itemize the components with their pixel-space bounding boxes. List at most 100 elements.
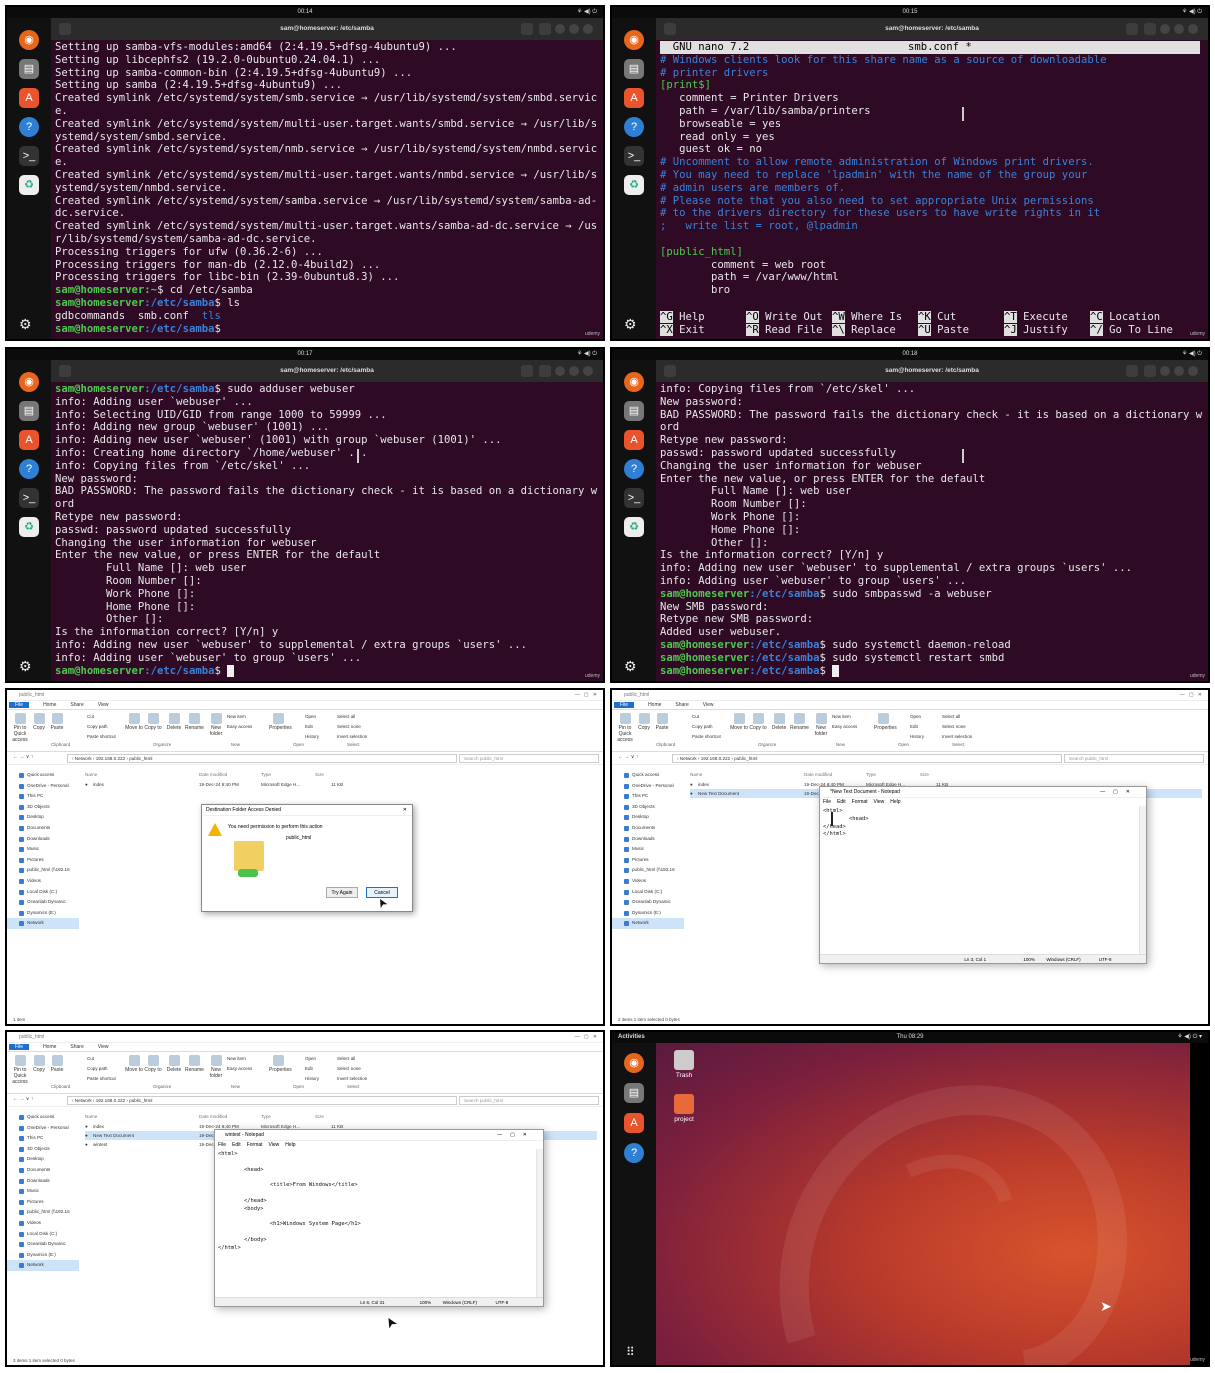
ribbon-small-button[interactable]: Invert selection <box>337 734 367 739</box>
nav-item[interactable]: 3D Objects <box>7 802 79 813</box>
ubuntu-icon[interactable]: ⚙ <box>19 658 32 675</box>
system-tray-icons[interactable]: ⚘ ◀) ⏻ <box>1182 7 1202 18</box>
terminal-icon[interactable]: >_ <box>19 146 39 166</box>
firefox-icon[interactable]: ◉ <box>624 372 644 392</box>
nav-arrows-icon[interactable]: ← → ∨ ↑ <box>618 754 638 760</box>
notepad-menu-item[interactable]: View <box>874 799 885 805</box>
nav-item[interactable]: This PC <box>7 791 79 802</box>
window-controls[interactable]: — ▢ ✕ <box>1180 690 1202 701</box>
col-size[interactable]: Size <box>920 772 929 777</box>
help-icon[interactable]: ? <box>624 117 644 137</box>
ribbon-small-button[interactable]: Select all <box>942 714 960 719</box>
ribbon-small-button[interactable]: Easy access <box>227 724 252 729</box>
scrollbar[interactable] <box>536 1149 543 1297</box>
ribbon-button[interactable]: Copy <box>30 1055 48 1073</box>
ribbon-button[interactable]: Copy to <box>144 713 162 731</box>
nano-shortcut[interactable]: ^O Write Out ^R Read File <box>746 311 823 337</box>
nav-item[interactable]: This PC <box>612 791 684 802</box>
nav-item[interactable]: Local Disk (C:) <box>612 887 684 898</box>
close-icon[interactable] <box>1188 366 1198 376</box>
ribbon-small-button[interactable]: Select none <box>337 1066 361 1071</box>
minimize-icon[interactable] <box>1160 366 1170 376</box>
notepad-menu-item[interactable]: Help <box>890 799 900 805</box>
terminal-icon[interactable]: >_ <box>624 146 644 166</box>
app-center-icon[interactable]: A <box>19 430 39 450</box>
notepad-menu-item[interactable]: Edit <box>837 799 846 805</box>
trash-icon[interactable]: ♻ <box>624 175 644 195</box>
ribbon-button[interactable]: Pin to Quick access <box>11 1055 29 1085</box>
desktop-project-folder[interactable]: project <box>664 1094 704 1123</box>
search-icon[interactable] <box>1126 23 1138 35</box>
close-icon[interactable] <box>583 24 593 34</box>
search-input[interactable]: Search public_html <box>459 754 599 763</box>
nav-item[interactable]: Downloads <box>7 1176 79 1187</box>
nav-item[interactable]: OneDrive - Personal <box>7 1123 79 1134</box>
nav-item[interactable]: Oceanlab Dynamic <box>7 897 79 908</box>
ribbon-small-button[interactable]: Copy path <box>87 724 108 729</box>
nav-item[interactable]: Documents <box>7 1165 79 1176</box>
window-controls[interactable]: — ▢ ✕ <box>575 1032 597 1043</box>
nav-item[interactable]: Music <box>7 1186 79 1197</box>
ribbon-small-button[interactable]: Cut <box>87 714 94 719</box>
nav-arrows-icon[interactable]: ← → ∨ ↑ <box>13 1096 33 1102</box>
notepad-menu-item[interactable]: Format <box>852 799 868 805</box>
ribbon-button[interactable]: Copy <box>635 713 653 731</box>
ribbon-button[interactable]: Copy to <box>144 1055 162 1073</box>
files-icon[interactable]: ▤ <box>624 59 644 79</box>
ribbon-button[interactable]: New folder <box>207 1055 225 1079</box>
menu-file[interactable]: File <box>614 702 635 708</box>
app-center-icon[interactable]: A <box>624 1113 644 1133</box>
menu-home[interactable]: Home <box>648 702 661 708</box>
ribbon-small-button[interactable]: Select all <box>337 1056 355 1061</box>
terminal-output[interactable]: info: Copying files from `/etc/skel' ...… <box>656 382 1208 681</box>
app-center-icon[interactable]: A <box>19 88 39 108</box>
menu-icon[interactable] <box>1144 23 1156 35</box>
menu-icon[interactable] <box>539 23 551 35</box>
nav-item[interactable]: Music <box>612 844 684 855</box>
ubuntu-icon[interactable]: ⚙ <box>624 316 637 333</box>
files-icon[interactable]: ▤ <box>19 59 39 79</box>
ribbon-small-button[interactable]: Copy path <box>87 1066 108 1071</box>
close-icon[interactable]: ✕ <box>403 805 407 816</box>
minimize-icon[interactable] <box>555 366 565 376</box>
menu-file[interactable]: File <box>9 702 30 708</box>
col-type[interactable]: Type <box>261 1114 271 1119</box>
app-center-icon[interactable]: A <box>624 430 644 450</box>
col-type[interactable]: Type <box>261 772 271 777</box>
ribbon-small-button[interactable]: Select all <box>337 714 355 719</box>
ribbon-button[interactable]: Pin to Quick access <box>11 713 29 743</box>
nav-item[interactable]: Dynamics (E:) <box>7 1250 79 1261</box>
ribbon-button[interactable]: Rename <box>185 713 204 731</box>
activities-button[interactable]: Activities <box>618 1032 645 1043</box>
ribbon-button[interactable]: Move to <box>730 713 748 731</box>
ribbon-small-button[interactable]: New item <box>227 714 246 719</box>
ribbon-button[interactable]: Delete <box>165 1055 183 1073</box>
ribbon-small-button[interactable]: Select none <box>942 724 966 729</box>
notepad-text-area[interactable]: <html> <head> </head> </html> <box>820 806 1146 841</box>
files-icon[interactable]: ▤ <box>19 401 39 421</box>
ribbon-small-button[interactable]: History <box>305 734 319 739</box>
col-name[interactable]: Name <box>85 1114 97 1119</box>
ribbon-button[interactable]: New folder <box>207 713 225 737</box>
nano-shortcut[interactable]: ^G Help ^X Exit <box>660 311 705 337</box>
nav-item[interactable]: Quick access <box>7 1112 79 1123</box>
window-controls[interactable]: — ▢ ✕ <box>575 690 597 701</box>
maximize-icon[interactable] <box>1174 24 1184 34</box>
ribbon-small-button[interactable]: Edit <box>910 724 918 729</box>
trash-icon[interactable]: ♻ <box>624 517 644 537</box>
ribbon-small-button[interactable]: Cut <box>87 1056 94 1061</box>
nav-item[interactable]: public_html (\\192.16 <box>7 865 79 876</box>
nav-item[interactable]: OneDrive - Personal <box>7 781 79 792</box>
col-name[interactable]: Name <box>690 772 702 777</box>
try-again-button[interactable]: Try Again <box>326 887 358 898</box>
nav-item[interactable]: Documents <box>612 823 684 834</box>
window-controls[interactable]: —▢✕ <box>1100 787 1138 798</box>
terminal-output[interactable]: sam@homeserver:/etc/samba$ sudo adduser … <box>51 382 603 681</box>
nav-item[interactable]: Downloads <box>612 834 684 845</box>
file-row[interactable]: ● index 19-Dec-24 6:40 PM Microsoft Edge H.… <box>85 780 597 789</box>
notepad-menu-item[interactable]: File <box>218 1142 226 1148</box>
system-tray-icons[interactable]: ⚘ ◀) ⏻ ▾ <box>1177 1032 1202 1043</box>
files-icon[interactable]: ▤ <box>624 1083 644 1103</box>
ribbon-small-button[interactable]: Cut <box>692 714 699 719</box>
nav-item[interactable]: Documents <box>7 823 79 834</box>
